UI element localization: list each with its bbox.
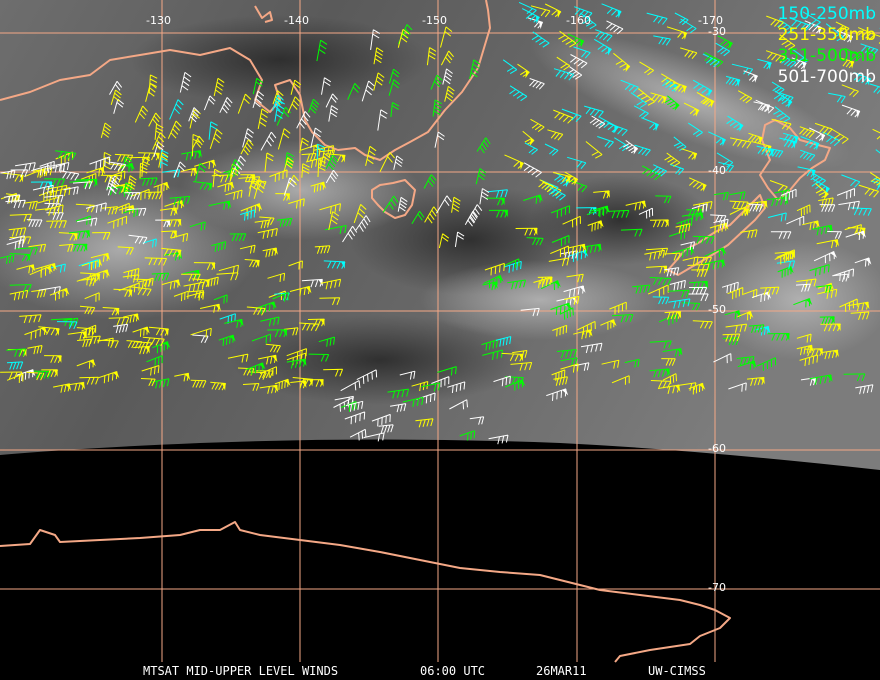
lon-label: -150 <box>422 14 447 27</box>
legend-item-501-700mb: 501-700mb <box>777 67 876 87</box>
product-title: MTSAT MID-UPPER LEVEL WINDS <box>143 664 339 678</box>
lat-label: -70 <box>708 581 726 594</box>
lat-label: -40 <box>708 164 726 177</box>
lon-label: -130 <box>146 14 171 27</box>
lon-label: -140 <box>284 14 309 27</box>
legend-item-150-250mb: 150-250mb <box>777 4 876 24</box>
valid-date: 26MAR11 <box>536 664 587 678</box>
lat-label: -30 <box>708 25 726 38</box>
satellite-wind-map: -130 -140 -150 -160 -170 -30 -40 -50 -60… <box>0 0 880 680</box>
lat-label: -60 <box>708 442 726 455</box>
lon-label: -160 <box>566 14 591 27</box>
credit-label: UW-CIMSS <box>648 664 706 678</box>
antarctica-coast <box>0 521 731 663</box>
map-canvas <box>0 0 880 663</box>
valid-time: 06:00 UTC <box>420 664 486 678</box>
footer-bar: MTSAT MID-UPPER LEVEL WINDS 06:00 UTC 26… <box>0 662 880 680</box>
lat-label: -50 <box>708 303 726 316</box>
legend-item-351-500mb: 351-500mb <box>777 46 876 66</box>
legend-item-251-350mb: 251-350mb <box>777 25 876 45</box>
